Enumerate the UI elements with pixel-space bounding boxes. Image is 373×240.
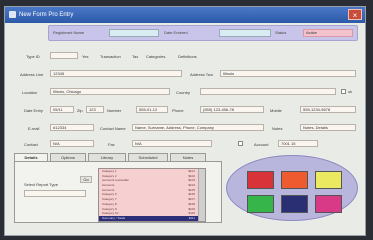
location-field[interactable]: Illinois, Chicago bbox=[50, 88, 170, 95]
fax-field[interactable]: N/A bbox=[132, 140, 212, 147]
country-field[interactable] bbox=[200, 88, 336, 95]
country-check-label: ok bbox=[348, 89, 353, 94]
report-type-label: Select Report Type bbox=[24, 182, 58, 187]
account-field[interactable]: 7001 15 bbox=[278, 140, 318, 147]
list-item-label: Category 1 bbox=[102, 169, 117, 173]
number-field[interactable]: 555-01-12 bbox=[136, 106, 168, 113]
list-scrollbar[interactable] bbox=[198, 169, 205, 221]
list-item-label: Accounts bbox=[102, 187, 115, 192]
zip-label: Zip bbox=[77, 108, 83, 113]
notes-field[interactable]: Notes, Details bbox=[300, 124, 356, 131]
summary-label-2: Date Entered bbox=[164, 30, 188, 35]
summary-field-2[interactable] bbox=[219, 29, 271, 37]
list-item-label: Accounts bbox=[102, 183, 115, 188]
type-label: Type ID bbox=[26, 54, 40, 59]
date-label: Date Entry bbox=[24, 108, 43, 113]
account-label: Account bbox=[254, 142, 269, 147]
phone-field[interactable]: (555) 123-456-78 bbox=[200, 106, 264, 113]
summary-label-1: Registered Name bbox=[53, 30, 85, 35]
type-field[interactable] bbox=[50, 52, 78, 59]
swatch-red[interactable] bbox=[247, 171, 274, 189]
window-title: New Form Pro Entry bbox=[19, 12, 74, 18]
list-item-value: $111 bbox=[188, 215, 195, 220]
swatch-magenta[interactable] bbox=[315, 195, 342, 213]
country-label: Country bbox=[176, 90, 191, 95]
location-label: Location bbox=[22, 90, 38, 95]
list-item-selected[interactable]: Summary / Totals $111 bbox=[99, 215, 205, 221]
swatch-navy[interactable] bbox=[281, 195, 308, 213]
close-button[interactable]: × bbox=[348, 9, 362, 20]
list-item-label: Category 6 bbox=[102, 192, 117, 197]
fax-label: Fax bbox=[108, 142, 115, 147]
list-item-label: Category 8 bbox=[102, 201, 117, 206]
category-listbox[interactable]: Category 1 $101 Category 2 $102 Accounts r… bbox=[98, 168, 206, 222]
type-opt-4[interactable]: Categories bbox=[146, 54, 165, 59]
type-opt-2[interactable]: Transaction bbox=[100, 54, 121, 59]
zip-field[interactable]: 123 bbox=[86, 106, 104, 113]
type-opt-1[interactable]: Yes bbox=[82, 54, 89, 59]
list-item-label: Category 9 bbox=[102, 206, 117, 211]
list-item-label: Category 10 bbox=[102, 211, 119, 216]
contact-name-field[interactable]: Name, Surname, Address, Phone, Company bbox=[132, 124, 264, 131]
go-button[interactable]: Go bbox=[80, 176, 92, 183]
mobile-field[interactable]: 555-1234-5678 bbox=[300, 106, 356, 113]
swatch-orange[interactable] bbox=[281, 171, 308, 189]
list-item-label: Category 2 bbox=[102, 173, 117, 178]
app-icon bbox=[9, 11, 16, 18]
email-field[interactable]: #12334 bbox=[50, 124, 94, 131]
list-item-label: Accounts receivable bbox=[102, 178, 129, 183]
phone-label: Phone bbox=[172, 108, 184, 113]
type-opt-5[interactable]: Definitions bbox=[178, 54, 197, 59]
type-opt-3[interactable]: Tax bbox=[132, 54, 138, 59]
country-checkbox[interactable] bbox=[341, 89, 346, 94]
contact-field[interactable]: N/A bbox=[50, 140, 94, 147]
list-item-label: Category 7 bbox=[102, 197, 117, 202]
email-label: E-mail bbox=[28, 126, 40, 131]
account-checkbox[interactable] bbox=[238, 141, 243, 146]
summary-label-3: Status bbox=[275, 30, 287, 35]
summary-field-1[interactable] bbox=[109, 29, 159, 37]
list-item-label: Summary / Totals bbox=[102, 215, 126, 220]
address-field[interactable]: 12345 bbox=[50, 70, 182, 77]
address-label: Address Line bbox=[20, 72, 44, 77]
notes-label: Notes bbox=[272, 126, 283, 131]
swatch-yellow[interactable] bbox=[315, 171, 342, 189]
contact-label: Contact bbox=[24, 142, 38, 147]
address2-label: Address Two bbox=[190, 72, 214, 77]
status-field[interactable]: Active bbox=[303, 29, 353, 37]
contact-name-label: Contact Name bbox=[100, 126, 126, 131]
number-label: Number bbox=[107, 108, 122, 113]
title-bar: New Form Pro Entry × bbox=[5, 7, 365, 23]
swatch-green[interactable] bbox=[247, 195, 274, 213]
mobile-label: Mobile bbox=[270, 108, 282, 113]
address2-field[interactable]: Illinois bbox=[220, 70, 356, 77]
status-value: Active bbox=[306, 30, 317, 35]
summary-bar: Registered Name Date Entered Status Acti… bbox=[48, 25, 358, 41]
date-field[interactable]: 05/11 bbox=[50, 106, 74, 113]
report-type-field[interactable] bbox=[24, 190, 86, 197]
